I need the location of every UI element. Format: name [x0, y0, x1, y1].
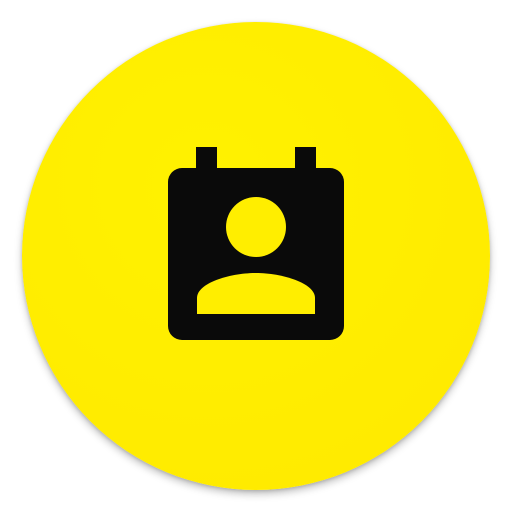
app-icon[interactable]: [0, 0, 512, 512]
contact-calendar-icon: [22, 22, 490, 490]
person-head: [226, 197, 286, 257]
